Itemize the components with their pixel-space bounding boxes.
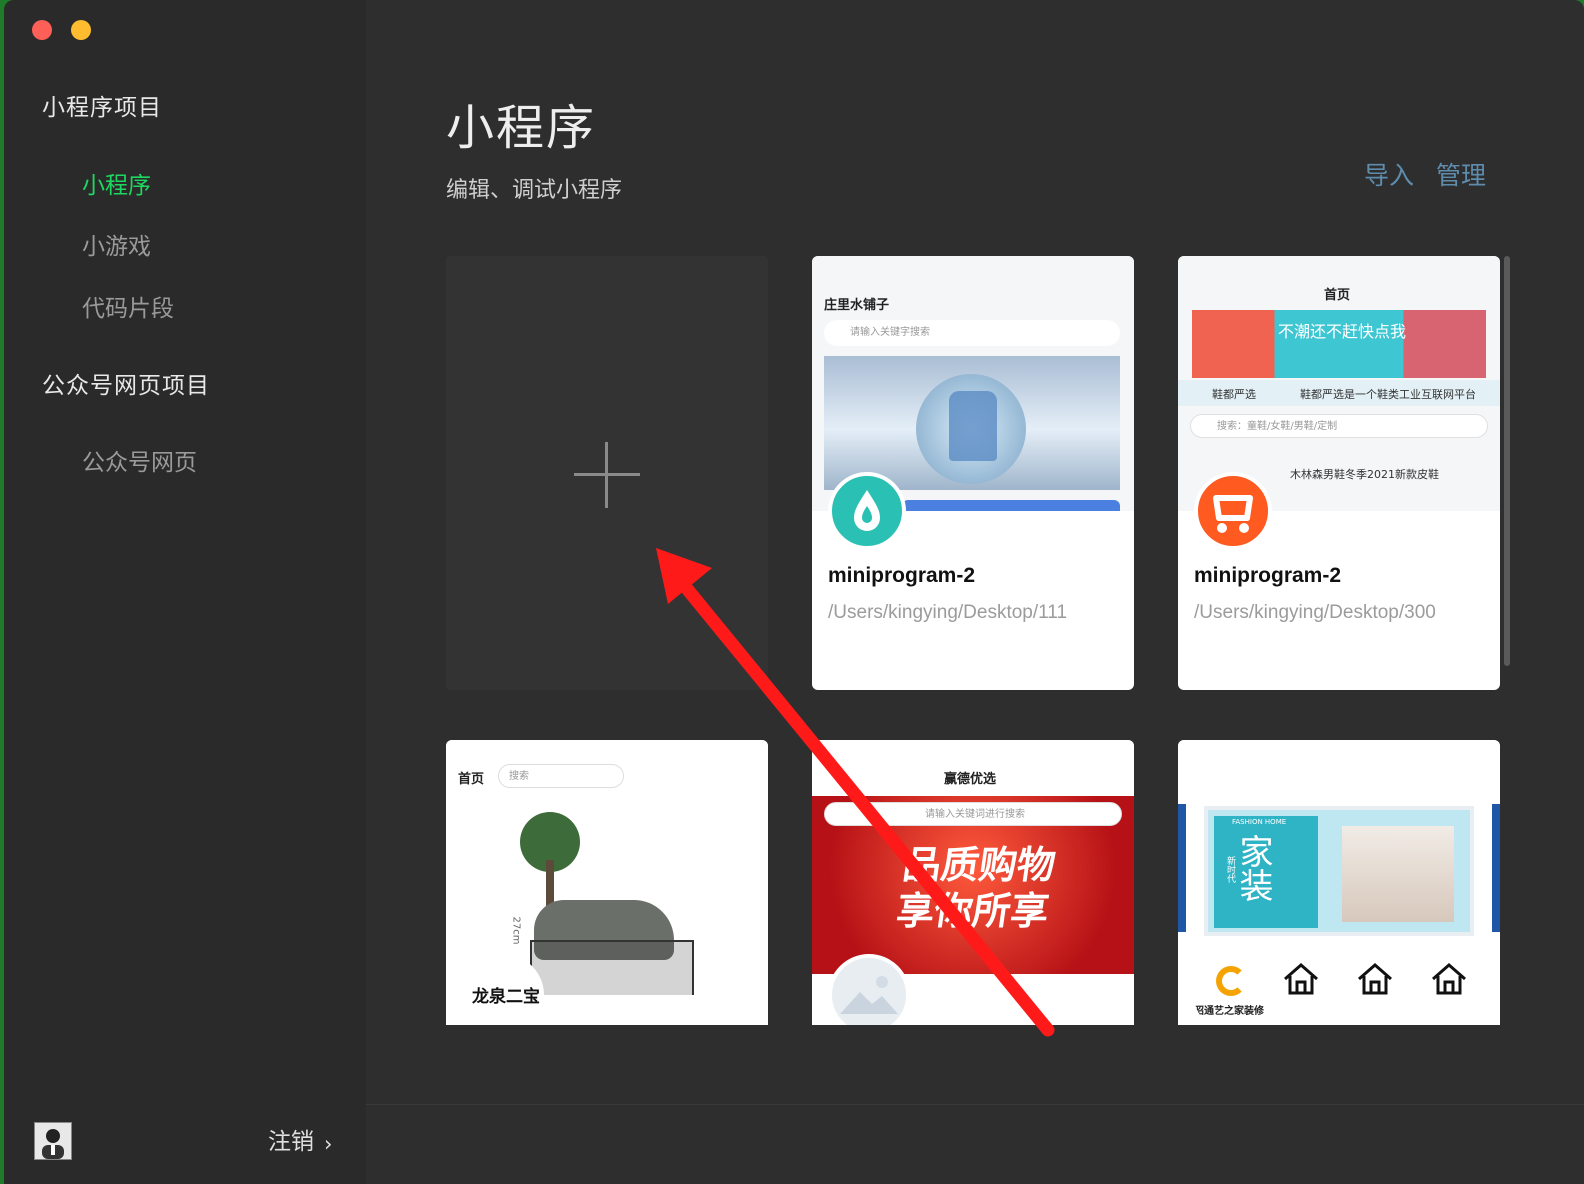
preview-search: 搜索	[498, 764, 624, 788]
window-close-button[interactable]	[32, 20, 52, 40]
home-icon	[1432, 963, 1466, 995]
scrollbar[interactable]	[1504, 256, 1510, 666]
project-card-2[interactable]: 首页 不潮还不赶快点我 鞋都严选 鞋都严选是一个鞋类工业互联网平台 搜索：童鞋/…	[1178, 256, 1500, 690]
new-project-card[interactable]	[446, 256, 768, 690]
preview-search: 搜索：童鞋/女鞋/男鞋/定制	[1190, 414, 1488, 438]
shopping-cart-icon	[1194, 472, 1272, 550]
preview-title: 庄里水铺子	[824, 298, 890, 313]
preview-notice-left: 鞋都严选	[1212, 388, 1256, 401]
user-avatar-icon	[35, 1123, 71, 1159]
sidebar-item-snippet[interactable]: 代码片段	[82, 289, 174, 323]
preview-measure: 27cm	[510, 916, 522, 945]
project-path: /Users/kingying/Desktop/300	[1194, 602, 1436, 623]
import-button[interactable]: 导入	[1364, 156, 1414, 192]
preview-banner	[824, 356, 1120, 490]
logout-button[interactable]: 注销	[268, 1122, 314, 1156]
divider	[366, 1104, 1584, 1105]
project-name: miniprogram-2	[1194, 564, 1342, 587]
plus-icon-vertical	[605, 442, 608, 508]
chevron-right-icon: ›	[324, 1132, 333, 1156]
preview-product: 木林森男鞋冬季2021新款皮鞋	[1290, 468, 1439, 481]
preview-banner: 不潮还不赶快点我	[1192, 310, 1486, 378]
section-title-miniprogram: 小程序项目	[42, 95, 162, 121]
preview-search: 请输入关键词进行搜索	[824, 802, 1122, 826]
project-card-4[interactable]: 赢德优选 品质购物 享你所享 请输入关键词进行搜索	[812, 740, 1134, 1025]
project-name: miniprogram-2	[828, 564, 976, 587]
sidebar-item-minigame[interactable]: 小游戏	[82, 227, 151, 261]
page-title: 小程序	[446, 100, 597, 156]
preview-notice-right: 鞋都严选是一个鞋类工业互联网平台	[1300, 388, 1476, 401]
preview-banner: FASHION HOME 家装 新时代	[1204, 806, 1474, 936]
preview-title: 首页	[1324, 288, 1351, 303]
preview-title: 赢德优选	[944, 772, 997, 787]
project-card-3[interactable]: 首页 搜索 27cm 龙泉二宝	[446, 740, 768, 1025]
home-icon	[1284, 963, 1318, 995]
water-drop-icon	[828, 472, 906, 550]
page-subtitle: 编辑、调试小程序	[446, 178, 623, 203]
sidebar-item-webpage[interactable]: 公众号网页	[82, 443, 197, 477]
window-minimize-button[interactable]	[71, 20, 91, 40]
project-path: /Users/kingying/Desktop/111	[828, 602, 1068, 623]
section-title-webpage: 公众号网页项目	[42, 373, 210, 399]
preview-title: 首页	[458, 772, 485, 787]
sidebar: 小程序项目 小程序 小游戏 代码片段 公众号网页项目 公众号网页 注销 ›	[4, 0, 366, 1184]
app-window: 小程序项目 小程序 小游戏 代码片段 公众号网页项目 公众号网页 注销 › 小程…	[4, 0, 1584, 1184]
home-icon	[1358, 963, 1392, 995]
sidebar-item-miniprogram[interactable]: 小程序	[82, 166, 151, 200]
project-card-1[interactable]: 庄里水铺子 请输入关键字搜索 miniprogram-2 /Users/king…	[812, 256, 1134, 690]
avatar[interactable]	[34, 1122, 72, 1160]
main-panel: 小程序 编辑、调试小程序 导入 管理 庄里水铺子 请输入关键字搜索 minipr…	[366, 0, 1584, 1184]
manage-button[interactable]: 管理	[1436, 156, 1486, 192]
project-card-5[interactable]: FASHION HOME 家装 新时代 昭通艺之家装修	[1178, 740, 1500, 1025]
preview-search: 请输入关键字搜索	[824, 320, 1120, 346]
